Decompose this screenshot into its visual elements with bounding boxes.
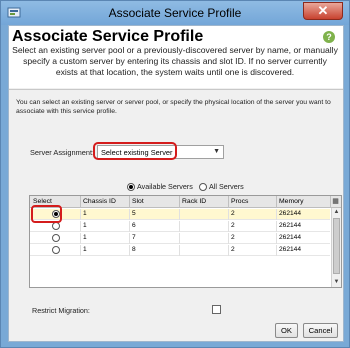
radio-all-servers[interactable] <box>199 182 207 191</box>
table-header: Select Chassis ID Slot Rack ID Procs Mem… <box>30 196 341 208</box>
scroll-up-icon[interactable]: ▲ <box>332 208 341 217</box>
close-icon: ✕ <box>317 3 329 18</box>
column-chooser-icon[interactable]: ▦ <box>331 197 340 206</box>
restrict-migration-label: Restrict Migration: <box>32 306 90 315</box>
title-bar[interactable]: Associate Service Profile ✕ <box>1 1 349 25</box>
cell-memory: 262144 <box>279 210 302 217</box>
page-title: Associate Service Profile <box>12 28 204 45</box>
row-select-radio[interactable] <box>52 246 60 254</box>
chevron-down-icon: ▼ <box>213 148 220 155</box>
cell-chassis: 1 <box>83 246 87 253</box>
window-title: Associate Service Profile <box>108 6 242 20</box>
cell-procs: 2 <box>231 210 235 217</box>
servers-table: Select Chassis ID Slot Rack ID Procs Mem… <box>29 195 342 288</box>
cell-procs: 2 <box>231 222 235 229</box>
highlight-annotation <box>93 142 177 160</box>
table-row[interactable]: 1 8 2 262144 <box>30 245 330 256</box>
cancel-button[interactable]: Cancel <box>303 323 338 338</box>
cell-procs: 2 <box>231 234 235 241</box>
column-chassis-id[interactable]: Chassis ID <box>83 198 116 205</box>
highlight-annotation <box>31 205 62 223</box>
filter-available-servers[interactable]: Available Servers <box>127 182 193 191</box>
table-row[interactable]: 1 5 2 262144 <box>30 209 330 220</box>
close-button[interactable]: ✕ <box>303 2 343 20</box>
column-memory[interactable]: Memory <box>279 198 304 205</box>
table-scrollbar[interactable]: ▲ ▼ <box>331 208 341 287</box>
header-description: Select an existing server pool or a prev… <box>12 45 338 77</box>
cell-slot: 6 <box>132 222 136 229</box>
row-select-radio[interactable] <box>52 222 60 230</box>
row-select-radio[interactable] <box>52 234 60 242</box>
help-icon[interactable]: ? <box>323 31 335 43</box>
table-row[interactable]: 1 6 2 262144 <box>30 221 330 232</box>
scrollbar-thumb[interactable] <box>333 218 340 274</box>
cell-memory: 262144 <box>279 222 302 229</box>
radio-available-servers[interactable] <box>127 182 135 191</box>
filter-all-servers[interactable]: All Servers <box>199 182 244 191</box>
cell-chassis: 1 <box>83 234 87 241</box>
header-divider <box>9 89 343 90</box>
cell-memory: 262144 <box>279 246 302 253</box>
column-rack-id[interactable]: Rack ID <box>182 198 206 205</box>
column-slot[interactable]: Slot <box>132 198 144 205</box>
cell-chassis: 1 <box>83 210 87 217</box>
dialog-window: Associate Service Profile ✕ Associate Se… <box>0 0 350 348</box>
table-row[interactable]: 1 7 2 262144 <box>30 233 330 244</box>
scroll-down-icon[interactable]: ▼ <box>332 278 341 287</box>
cell-procs: 2 <box>231 246 235 253</box>
cell-memory: 262144 <box>279 234 302 241</box>
column-select[interactable]: Select <box>33 198 52 205</box>
cell-chassis: 1 <box>83 222 87 229</box>
column-procs[interactable]: Procs <box>231 198 248 205</box>
server-assignment-label: Server Assignment: <box>30 148 95 157</box>
dialog-body: Associate Service Profile ? Select an ex… <box>8 25 344 342</box>
cell-slot: 7 <box>132 234 136 241</box>
cell-slot: 5 <box>132 210 136 217</box>
dialog-header: Associate Service Profile ? Select an ex… <box>9 26 343 88</box>
cell-slot: 8 <box>132 246 136 253</box>
ok-button[interactable]: OK <box>275 323 298 338</box>
restrict-migration-checkbox[interactable] <box>212 305 221 314</box>
filter-all-label: All Servers <box>209 182 244 191</box>
filter-available-label: Available Servers <box>137 182 193 191</box>
info-text: You can select an existing server or ser… <box>16 99 331 115</box>
